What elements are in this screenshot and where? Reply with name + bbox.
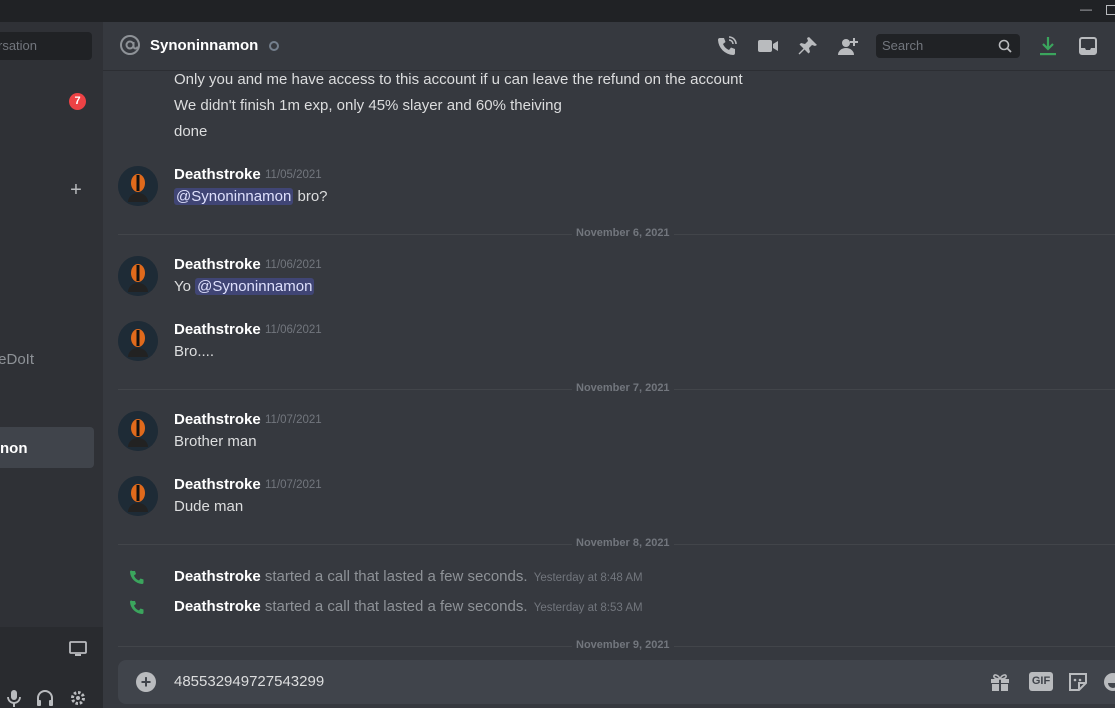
create-dm-icon[interactable]: + — [67, 180, 85, 200]
message-text: Yo @Synoninnamon — [174, 278, 315, 295]
date-divider-label: November 7, 2021 — [572, 382, 674, 394]
message-timestamp: 11/07/2021 — [265, 414, 322, 426]
avatar[interactable] — [118, 166, 158, 206]
date-divider: November 6, 2021 — [118, 227, 1115, 239]
find-conversation-input[interactable]: rsation — [0, 32, 92, 60]
maximize-icon[interactable] — [1106, 5, 1115, 15]
sticker-icon[interactable] — [1067, 671, 1089, 693]
pinned-messages-icon[interactable] — [797, 35, 819, 57]
message-author[interactable]: Deathstroke — [174, 321, 261, 338]
call-system-message: Deathstroke started a call that lasted a… — [174, 598, 643, 615]
date-divider-label: November 8, 2021 — [572, 537, 674, 549]
window-titlebar: — — [0, 0, 1115, 22]
call-text: started a call that lasted a few seconds… — [260, 568, 528, 585]
status-offline-icon — [269, 41, 279, 51]
message-timestamp: Yesterday at 8:53 AM — [533, 602, 643, 614]
user-mention[interactable]: @Synoninnamon — [174, 188, 294, 205]
start-voice-call-icon[interactable] — [716, 35, 738, 57]
message-text: Brother man — [174, 433, 257, 450]
gif-picker-button[interactable]: GIF — [1029, 672, 1053, 691]
search-placeholder: Search — [882, 38, 924, 53]
inbox-icon[interactable] — [1077, 35, 1099, 57]
message-composer[interactable]: + 485532949727543299 GIF — [118, 660, 1115, 704]
message-timestamp: Yesterday at 8:48 AM — [533, 572, 643, 584]
message-timestamp: 11/06/2021 — [265, 259, 322, 271]
avatar[interactable] — [118, 411, 158, 451]
message-input[interactable]: 485532949727543299 — [174, 673, 324, 690]
message-author[interactable]: Deathstroke — [174, 411, 261, 428]
sidebar-dm-item[interactable]: /eDoIt — [0, 351, 34, 368]
search-icon — [998, 39, 1012, 53]
phone-call-icon — [130, 570, 144, 584]
call-text: started a call that lasted a few seconds… — [260, 598, 528, 615]
channel-name: Synoninnamon — [150, 37, 259, 54]
search-input[interactable]: Search — [876, 34, 1020, 58]
screen-share-icon[interactable] — [69, 641, 87, 657]
emoji-icon[interactable] — [1102, 671, 1115, 693]
minimize-icon[interactable]: — — [1079, 2, 1093, 16]
message-timestamp: 11/07/2021 — [265, 479, 322, 491]
message-text-tail: bro? — [293, 188, 328, 205]
date-divider-label: November 6, 2021 — [572, 227, 674, 239]
phone-call-icon — [130, 600, 144, 614]
message-text: We didn't finish 1m exp, only 45% slayer… — [174, 97, 562, 114]
gear-icon[interactable] — [69, 688, 87, 708]
message-text: done — [174, 123, 208, 140]
message-timestamp: 11/06/2021 — [265, 324, 322, 336]
download-icon[interactable] — [1037, 35, 1059, 57]
date-divider: November 9, 2021 — [118, 639, 1115, 651]
sidebar-dm-item-active-label: non — [0, 440, 28, 457]
date-divider: November 8, 2021 — [118, 537, 1115, 549]
add-friend-icon[interactable] — [837, 35, 859, 57]
activity-panel — [0, 627, 103, 677]
message-author[interactable]: Deathstroke — [174, 476, 261, 493]
message-author[interactable]: Deathstroke — [174, 256, 261, 273]
gift-icon[interactable] — [989, 671, 1011, 693]
notification-badge: 7 — [69, 93, 86, 110]
headphones-icon[interactable] — [36, 688, 54, 708]
message-text: Only you and me have access to this acco… — [174, 71, 743, 88]
dm-sidebar: rsation 7 + /eDoIt non — [0, 22, 103, 708]
message-author[interactable]: Deathstroke — [174, 598, 261, 615]
message-text: Bro.... — [174, 343, 215, 360]
message-text-head: Yo — [174, 278, 196, 295]
call-system-message: Deathstroke started a call that lasted a… — [174, 568, 643, 585]
microphone-icon[interactable] — [5, 688, 23, 708]
user-mention[interactable]: @Synoninnamon — [195, 278, 315, 295]
at-icon — [120, 35, 140, 55]
message-author[interactable]: Deathstroke — [174, 166, 261, 183]
message-text: Dude man — [174, 498, 244, 515]
message-timestamp: 11/05/2021 — [265, 169, 322, 181]
video-call-icon[interactable] — [757, 35, 779, 57]
upload-plus-icon[interactable]: + — [136, 672, 156, 692]
date-divider: November 7, 2021 — [118, 382, 1115, 394]
message-author[interactable]: Deathstroke — [174, 568, 261, 585]
avatar[interactable] — [118, 476, 158, 516]
message-list: Only you and me have access to this acco… — [103, 70, 1115, 660]
avatar[interactable] — [118, 256, 158, 296]
message-text: @Synoninnamon bro? — [174, 188, 328, 205]
channel-header: Synoninnamon Search — [103, 22, 1115, 70]
date-divider-label: November 9, 2021 — [572, 639, 674, 651]
avatar[interactable] — [118, 321, 158, 361]
